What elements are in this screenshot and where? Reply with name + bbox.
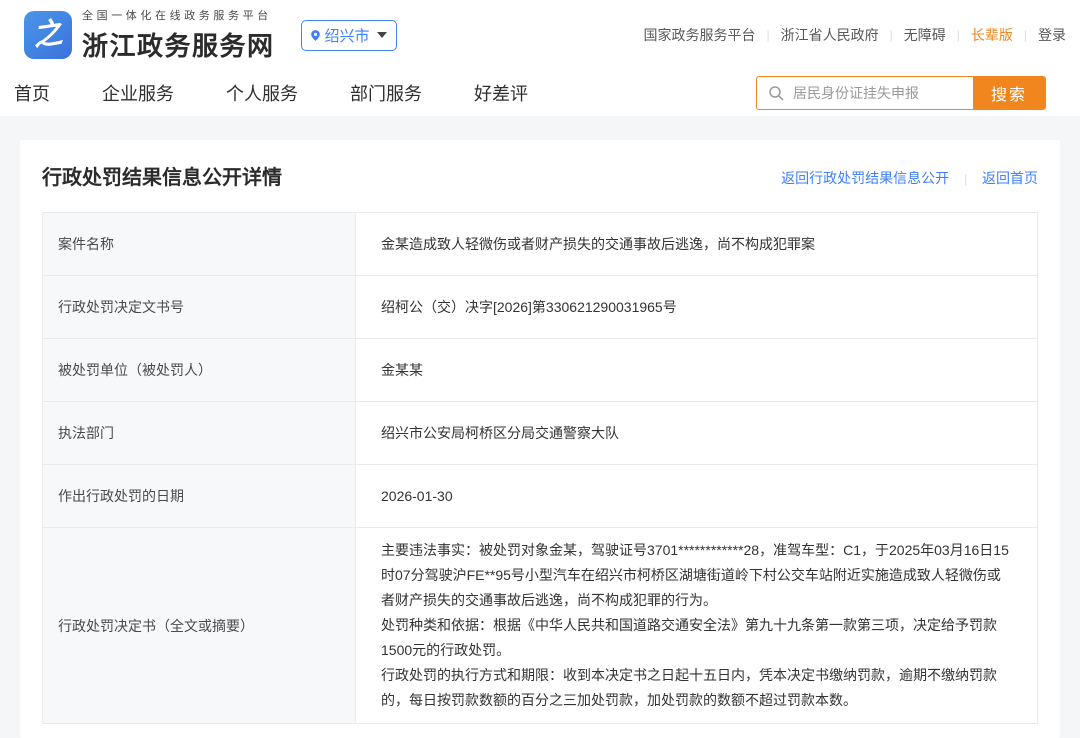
decision-paragraph: 主要违法事实：被处罚对象金某，驾驶证号3701************28，准驾… xyxy=(381,538,1012,613)
nav-item-rating[interactable]: 好差评 xyxy=(474,80,528,106)
row-value: 金某某 xyxy=(356,339,1038,402)
logo-glyph: 之 xyxy=(32,19,65,52)
location-label: 绍兴市 xyxy=(325,25,370,46)
card-header: 行政处罚结果信息公开详情 返回行政处罚结果信息公开 | 返回首页 xyxy=(42,164,1038,192)
top-link-elder-mode[interactable]: 长辈版 xyxy=(971,25,1013,45)
divider: | xyxy=(879,28,904,42)
table-row-case-name: 案件名称 金某造成致人轻微伤或者财产损失的交通事故后逃逸，尚不构成犯罪案 xyxy=(43,213,1038,276)
row-value: 金某造成致人轻微伤或者财产损失的交通事故后逃逸，尚不构成犯罪案 xyxy=(356,213,1038,276)
main-navbar: 首页 企业服务 个人服务 部门服务 好差评 搜索 xyxy=(0,70,1080,116)
row-label: 执法部门 xyxy=(43,402,356,465)
top-link-provincial-gov[interactable]: 浙江省人民政府 xyxy=(781,25,879,45)
top-link-login[interactable]: 登录 xyxy=(1038,25,1066,45)
top-header: 之 全国一体化在线政务服务平台 浙江政务服务网 绍兴市 国家政务服务平台 | 浙… xyxy=(0,0,1080,70)
row-label: 案件名称 xyxy=(43,213,356,276)
site-logo-icon: 之 xyxy=(24,11,72,59)
back-to-list-link[interactable]: 返回行政处罚结果信息公开 xyxy=(781,170,949,186)
search-input[interactable] xyxy=(791,77,973,109)
divider: | xyxy=(946,28,971,42)
table-row-document-number: 行政处罚决定文书号 绍柯公（交）决字[2026]第330621290031965… xyxy=(43,276,1038,339)
decision-paragraph: 行政处罚的执行方式和期限：收到本决定书之日起十五日内，凭本决定书缴纳罚款，逾期不… xyxy=(381,663,1012,713)
brand-text: 全国一体化在线政务服务平台 浙江政务服务网 xyxy=(82,7,275,63)
table-row-decision-text: 行政处罚决定书（全文或摘要） 主要违法事实：被处罚对象金某，驾驶证号3701**… xyxy=(43,528,1038,724)
decision-paragraph: 处罚种类和依据：根据《中华人民共和国道路交通安全法》第九十九条第一款第三项，决定… xyxy=(381,613,1012,663)
table-row-penalized-party: 被处罚单位（被处罚人） 金某某 xyxy=(43,339,1038,402)
site-brand[interactable]: 之 全国一体化在线政务服务平台 浙江政务服务网 绍兴市 xyxy=(24,7,397,63)
row-value: 2026-01-30 xyxy=(356,465,1038,528)
row-label: 行政处罚决定书（全文或摘要） xyxy=(43,528,356,724)
nav-item-home[interactable]: 首页 xyxy=(14,80,50,106)
search-box: 搜索 xyxy=(756,76,1046,110)
back-links: 返回行政处罚结果信息公开 | 返回首页 xyxy=(781,168,1038,188)
top-link-national-platform[interactable]: 国家政务服务平台 xyxy=(644,25,756,45)
top-link-accessibility[interactable]: 无障碍 xyxy=(904,25,946,45)
search-button[interactable]: 搜索 xyxy=(973,77,1045,109)
divider: | xyxy=(756,28,781,42)
divider: | xyxy=(953,172,978,186)
row-value: 主要违法事实：被处罚对象金某，驾驶证号3701************28，准驾… xyxy=(356,528,1038,724)
back-to-home-link[interactable]: 返回首页 xyxy=(982,170,1038,186)
row-label: 被处罚单位（被处罚人） xyxy=(43,339,356,402)
top-links: 国家政务服务平台 | 浙江省人民政府 | 无障碍 | 长辈版 | 登录 xyxy=(644,25,1067,45)
divider: | xyxy=(1013,28,1038,42)
location-pin-icon xyxy=(309,28,322,43)
row-value: 绍柯公（交）决字[2026]第330621290031965号 xyxy=(356,276,1038,339)
page-title: 行政处罚结果信息公开详情 xyxy=(42,164,282,192)
platform-tagline: 全国一体化在线政务服务平台 xyxy=(82,7,275,23)
location-selector[interactable]: 绍兴市 xyxy=(301,20,397,51)
site-name: 浙江政务服务网 xyxy=(82,26,275,63)
chevron-down-icon xyxy=(377,32,387,38)
main-nav: 首页 企业服务 个人服务 部门服务 好差评 xyxy=(14,80,528,106)
table-row-penalty-date: 作出行政处罚的日期 2026-01-30 xyxy=(43,465,1038,528)
row-label: 作出行政处罚的日期 xyxy=(43,465,356,528)
search-icon xyxy=(757,77,791,109)
penalty-detail-table: 案件名称 金某造成致人轻微伤或者财产损失的交通事故后逃逸，尚不构成犯罪案 行政处… xyxy=(42,212,1038,724)
row-label: 行政处罚决定文书号 xyxy=(43,276,356,339)
table-row-enforcement-department: 执法部门 绍兴市公安局柯桥区分局交通警察大队 xyxy=(43,402,1038,465)
nav-item-personal-services[interactable]: 个人服务 xyxy=(226,80,298,106)
row-value: 绍兴市公安局柯桥区分局交通警察大队 xyxy=(356,402,1038,465)
page-background: 行政处罚结果信息公开详情 返回行政处罚结果信息公开 | 返回首页 案件名称 金某… xyxy=(0,116,1080,738)
nav-item-enterprise-services[interactable]: 企业服务 xyxy=(102,80,174,106)
nav-item-department-services[interactable]: 部门服务 xyxy=(350,80,422,106)
detail-card: 行政处罚结果信息公开详情 返回行政处罚结果信息公开 | 返回首页 案件名称 金某… xyxy=(20,140,1060,738)
